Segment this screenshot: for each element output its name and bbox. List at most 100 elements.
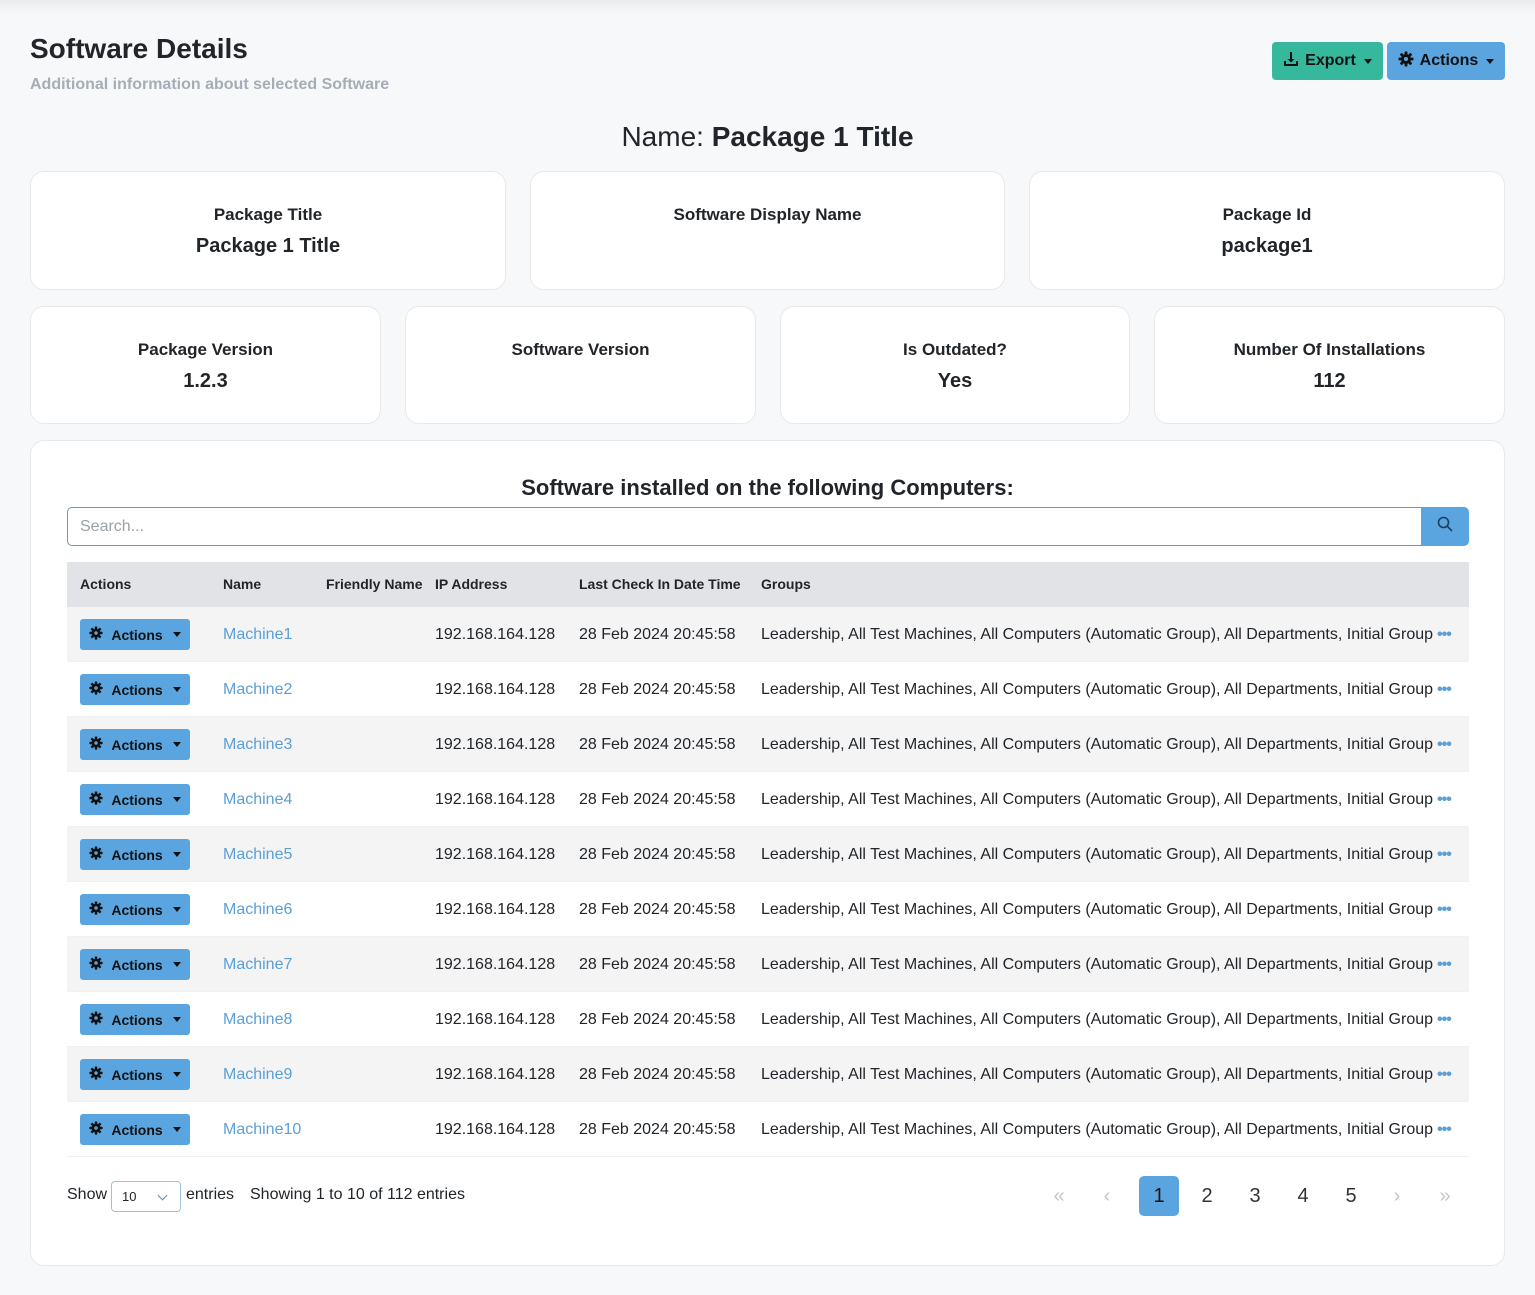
more-groups-icon[interactable]: ••• (1437, 791, 1452, 808)
last-check-in-cell: 28 Feb 2024 20:45:58 (579, 791, 736, 808)
last-check-in-cell: 28 Feb 2024 20:45:58 (579, 681, 736, 698)
page-size-select[interactable]: 10 (111, 1181, 181, 1212)
row-actions-button[interactable]: Actions (80, 729, 190, 760)
caret-down-icon (172, 687, 181, 692)
row-actions-label: Actions (111, 846, 163, 863)
search-input[interactable] (67, 507, 1421, 546)
computers-panel: Software installed on the following Comp… (30, 440, 1505, 1266)
row-actions-button[interactable]: Actions (80, 619, 190, 650)
row-actions-button[interactable]: Actions (80, 949, 190, 980)
groups-text: Leadership, All Test Machines, All Compu… (761, 736, 1434, 753)
machine-name-link[interactable]: Machine6 (223, 882, 292, 937)
caret-down-icon (172, 797, 181, 802)
gear-icon (89, 1066, 103, 1083)
column-header-last-check-in[interactable]: Last Check In Date Time (579, 562, 741, 607)
groups-text: Leadership, All Test Machines, All Compu… (761, 1121, 1434, 1138)
last-page-button[interactable]: » (1425, 1176, 1465, 1216)
machine-name-link[interactable]: Machine1 (223, 607, 292, 662)
row-actions-button[interactable]: Actions (80, 1114, 190, 1145)
page-subtitle: Additional information about selected So… (30, 76, 390, 93)
search-icon (1437, 516, 1453, 537)
row-actions-label: Actions (111, 901, 163, 918)
machine-name-link[interactable]: Machine2 (223, 662, 292, 717)
gear-icon (89, 956, 103, 973)
package-id-card: Package Id package1 (1029, 171, 1505, 290)
table-row: Actions Machine10 192.168.164.128 28 Feb 20… (67, 1102, 1469, 1157)
last-check-in-cell: 28 Feb 2024 20:45:58 (579, 626, 736, 643)
previous-page-button[interactable]: ‹ (1087, 1176, 1127, 1216)
last-check-in-cell: 28 Feb 2024 20:45:58 (579, 956, 736, 973)
row-actions-label: Actions (111, 1066, 163, 1083)
entries-label: entries (186, 1186, 235, 1203)
gear-icon (89, 736, 103, 753)
ip-address-cell: 192.168.164.128 (435, 956, 556, 973)
row-actions-label: Actions (111, 1011, 163, 1028)
column-header-groups[interactable]: Groups (761, 562, 811, 607)
search-button[interactable] (1421, 507, 1469, 546)
more-groups-icon[interactable]: ••• (1437, 846, 1452, 863)
table-row: Actions Machine1 192.168.164.128 28 Feb 202… (67, 607, 1469, 662)
table-row: Actions Machine4 192.168.164.128 28 Feb 202… (67, 772, 1469, 827)
table-row: Actions Machine8 192.168.164.128 28 Feb 202… (67, 992, 1469, 1047)
groups-cell: Leadership, All Test Machines, All Compu… (761, 772, 1452, 827)
machine-name-link[interactable]: Machine4 (223, 772, 292, 827)
card-label: Software Display Name (673, 205, 862, 224)
software-display-name-card: Software Display Name (530, 171, 1005, 290)
computers-section-title: Software installed on the following Comp… (521, 475, 1014, 500)
more-groups-icon[interactable]: ••• (1437, 681, 1452, 698)
row-actions-button[interactable]: Actions (80, 1004, 190, 1035)
more-groups-icon[interactable]: ••• (1437, 1011, 1452, 1028)
table-row: Actions Machine7 192.168.164.128 28 Feb 202… (67, 937, 1469, 992)
machine-name-link[interactable]: Machine10 (223, 1102, 301, 1157)
row-actions-button[interactable]: Actions (80, 1059, 190, 1090)
more-groups-icon[interactable]: ••• (1437, 736, 1452, 753)
page-button-4[interactable]: 4 (1283, 1176, 1323, 1216)
more-groups-icon[interactable]: ••• (1437, 901, 1452, 918)
more-groups-icon[interactable]: ••• (1437, 956, 1452, 973)
page-button-3[interactable]: 3 (1235, 1176, 1275, 1216)
table-row: Actions Machine6 192.168.164.128 28 Feb 202… (67, 882, 1469, 937)
groups-cell: Leadership, All Test Machines, All Compu… (761, 717, 1452, 772)
ip-address-cell: 192.168.164.128 (435, 846, 556, 863)
card-value: Package 1 Title (195, 235, 341, 257)
column-header-friendly-name[interactable]: Friendly Name (326, 562, 422, 607)
page-button-1[interactable]: 1 (1139, 1176, 1179, 1216)
row-actions-button[interactable]: Actions (80, 894, 190, 925)
last-check-in-cell: 28 Feb 2024 20:45:58 (579, 1121, 736, 1138)
caret-down-icon (172, 852, 181, 857)
page-button-2[interactable]: 2 (1187, 1176, 1227, 1216)
row-actions-label: Actions (111, 1121, 163, 1138)
ip-address-cell: 192.168.164.128 (435, 1011, 556, 1028)
last-check-in-cell: 28 Feb 2024 20:45:58 (579, 901, 736, 918)
machine-name-link[interactable]: Machine5 (223, 827, 292, 882)
row-actions-label: Actions (111, 736, 163, 753)
page-button-5[interactable]: 5 (1331, 1176, 1371, 1216)
groups-text: Leadership, All Test Machines, All Compu… (761, 901, 1434, 918)
row-actions-button[interactable]: Actions (80, 784, 190, 815)
groups-cell: Leadership, All Test Machines, All Compu… (761, 662, 1452, 717)
machine-name-link[interactable]: Machine8 (223, 992, 292, 1047)
chevron-down-icon (157, 1190, 168, 1201)
row-actions-label: Actions (111, 791, 163, 808)
card-label: Package Title (213, 205, 323, 224)
row-actions-button[interactable]: Actions (80, 674, 190, 705)
last-check-in-cell: 28 Feb 2024 20:45:58 (579, 846, 736, 863)
gear-icon (89, 1121, 103, 1138)
first-page-button[interactable]: « (1039, 1176, 1079, 1216)
export-button[interactable]: Export (1272, 42, 1383, 80)
actions-button[interactable]: Actions (1387, 42, 1505, 80)
row-actions-button[interactable]: Actions (80, 839, 190, 870)
machine-name-link[interactable]: Machine3 (223, 717, 292, 772)
machine-name-link[interactable]: Machine9 (223, 1047, 292, 1102)
more-groups-icon[interactable]: ••• (1437, 1066, 1452, 1083)
column-header-actions[interactable]: Actions (80, 562, 131, 607)
next-page-button[interactable]: › (1377, 1176, 1417, 1216)
more-groups-icon[interactable]: ••• (1437, 626, 1452, 643)
machine-name-link[interactable]: Machine7 (223, 937, 292, 992)
more-groups-icon[interactable]: ••• (1437, 1121, 1452, 1138)
groups-text: Leadership, All Test Machines, All Compu… (761, 846, 1434, 863)
caret-down-icon (172, 632, 181, 637)
ip-address-cell: 192.168.164.128 (435, 736, 556, 753)
column-header-ip-address[interactable]: IP Address (435, 562, 507, 607)
column-header-name[interactable]: Name (223, 562, 261, 607)
